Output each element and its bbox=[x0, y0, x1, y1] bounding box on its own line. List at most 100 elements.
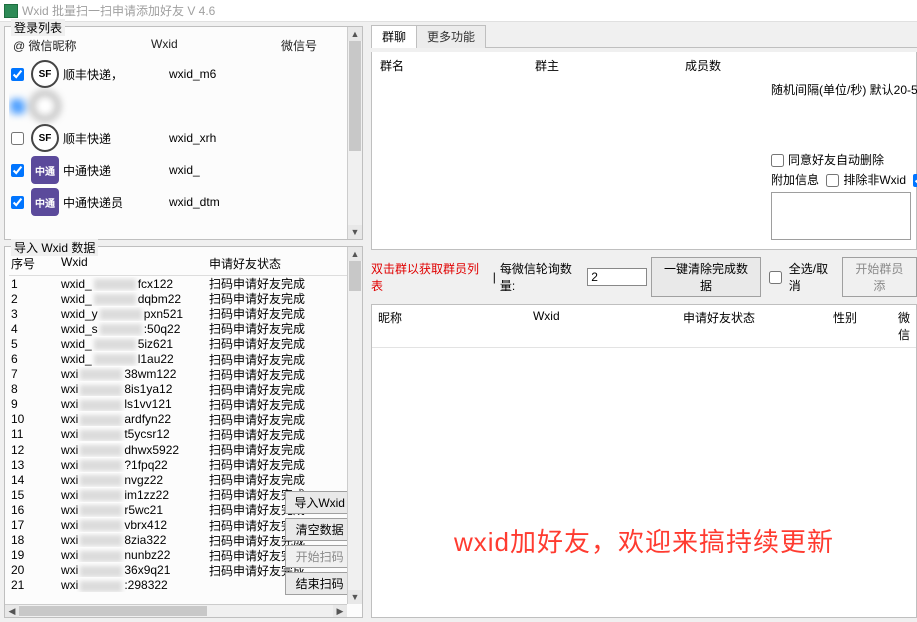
wxid-row[interactable]: 12wxidhwx5922扫码申请好友完成 bbox=[9, 442, 358, 457]
pixelation-mask bbox=[80, 385, 122, 396]
wxid-row[interactable]: 7wxi38wm122扫码申请好友完成 bbox=[9, 367, 358, 382]
attach-textarea[interactable] bbox=[771, 192, 911, 240]
scroll-right-icon[interactable]: ▶ bbox=[333, 605, 347, 617]
dblclick-hint: 双击群以获取群员列表 bbox=[371, 260, 485, 294]
login-row[interactable]: SF顺丰快递wxid_xrh bbox=[9, 122, 358, 154]
wxid-row-wxid: wxidhwx5922 bbox=[61, 443, 209, 457]
avatar bbox=[31, 92, 59, 120]
tab-more[interactable]: 更多功能 bbox=[416, 25, 486, 48]
wxid-row-wxid: wxi:298322 bbox=[61, 578, 209, 592]
wxid-row[interactable]: 5wxid_5iz621扫码申请好友完成 bbox=[9, 336, 358, 351]
clear-data-button[interactable]: 清空数据 bbox=[285, 518, 354, 541]
login-row-nick: 中通快递员 bbox=[63, 194, 165, 211]
pixelation-mask bbox=[80, 475, 122, 486]
scroll-up-icon[interactable]: ▲ bbox=[348, 27, 362, 41]
auto-delete-label: 同意好友自动删除 bbox=[788, 150, 884, 170]
group-header-name: 群名 bbox=[380, 57, 535, 74]
wxid-row[interactable]: 4wxid_s:50q22扫码申请好友完成 bbox=[9, 321, 358, 336]
scroll-thumb[interactable] bbox=[349, 41, 361, 151]
wxid-row-wxid: wxils1vv121 bbox=[61, 397, 209, 411]
attach-label: 附加信息 bbox=[771, 170, 819, 190]
wxid-header: 序号 Wxid 申请好友状态 bbox=[9, 255, 358, 276]
side-options: 随机间隔(单位/秒) 默认20-5 同意好友自动删除 附加信息 排除非Wxid bbox=[771, 80, 916, 246]
pixelation-mask bbox=[100, 324, 142, 335]
wxid-scrollbar-h[interactable]: ◀ ▶ bbox=[5, 604, 347, 617]
pixelation-mask bbox=[80, 400, 122, 411]
trailing-checkbox[interactable] bbox=[913, 174, 917, 187]
login-scrollbar-v[interactable]: ▲ ▼ bbox=[347, 27, 362, 239]
wxid-buttons: 导入Wxid 清空数据 开始扫码 结束扫码 bbox=[285, 491, 354, 595]
wxid-row-idx: 9 bbox=[11, 397, 61, 411]
wxid-row-idx: 16 bbox=[11, 503, 61, 517]
login-row[interactable]: 中通中通快递员 wxid_dtm bbox=[9, 186, 358, 218]
start-scan-button[interactable]: 开始扫码 bbox=[285, 545, 354, 568]
pixelation-mask bbox=[94, 354, 136, 365]
wxid-scrollbar-v[interactable]: ▲ ▼ bbox=[347, 247, 362, 604]
pixelation-mask bbox=[80, 460, 122, 471]
wxid-row[interactable]: 3wxid_ypxn521扫码申请好友完成 bbox=[9, 306, 358, 321]
group-header-members: 成员数 bbox=[685, 57, 908, 74]
app-icon bbox=[4, 4, 18, 18]
scroll-up-icon[interactable]: ▲ bbox=[348, 247, 362, 261]
login-row-wxid: wxid_m6 bbox=[169, 67, 299, 81]
tab-group-chat[interactable]: 群聊 bbox=[371, 25, 417, 48]
wxid-row-idx: 11 bbox=[11, 427, 61, 441]
clear-done-button[interactable]: 一键清除完成数据 bbox=[651, 257, 761, 297]
pixelation-mask bbox=[80, 445, 122, 456]
scroll-down-icon[interactable]: ▼ bbox=[348, 225, 362, 239]
pixelation-mask bbox=[80, 505, 122, 516]
wxid-row[interactable]: 1wxid_fcx122扫码申请好友完成 bbox=[9, 276, 358, 291]
login-row-checkbox[interactable] bbox=[11, 164, 24, 177]
results-grid[interactable]: 昵称 Wxid 申请好友状态 性别 微信 wxid加好友，欢迎来搞持续更新 bbox=[371, 304, 917, 618]
import-wxid-button[interactable]: 导入Wxid bbox=[285, 491, 354, 514]
wxid-row-wxid: wxivbrx412 bbox=[61, 518, 209, 532]
pixelation-mask bbox=[80, 535, 122, 546]
login-row-checkbox[interactable] bbox=[11, 132, 24, 145]
poll-label: 每微信轮询数量: bbox=[500, 260, 583, 294]
pixelation-mask bbox=[80, 430, 122, 441]
login-rows[interactable]: SF顺丰快递，wxid_m6SF顺丰快递wxid_xrh中通中通快递wxid_中… bbox=[9, 58, 358, 218]
start-members-button[interactable]: 开始群员添 bbox=[842, 257, 917, 297]
wxid-row[interactable]: 6wxid_l1au22扫码申请好友完成 bbox=[9, 351, 358, 366]
wxid-row[interactable]: 9wxils1vv121扫码申请好友完成 bbox=[9, 397, 358, 412]
select-all-checkbox[interactable] bbox=[769, 271, 782, 284]
wxid-row-wxid: wxi8zia322 bbox=[61, 533, 209, 547]
wxid-row[interactable]: 2wxid_dqbm22扫码申请好友完成 bbox=[9, 291, 358, 306]
wxid-row-wxid: wxiardfyn22 bbox=[61, 412, 209, 426]
wxid-row-wxid: wxid_s:50q22 bbox=[61, 322, 209, 336]
scroll-left-icon[interactable]: ◀ bbox=[5, 605, 19, 617]
wxid-row-wxid: wxid_ypxn521 bbox=[61, 307, 209, 321]
wxid-row[interactable]: 11wxit5ycsr12扫码申请好友完成 bbox=[9, 427, 358, 442]
avatar: 中通 bbox=[31, 188, 59, 216]
wxid-row-idx: 17 bbox=[11, 518, 61, 532]
exclude-checkbox[interactable] bbox=[826, 174, 839, 187]
group-header: 群名 群主 成员数 bbox=[372, 52, 916, 79]
stop-scan-button[interactable]: 结束扫码 bbox=[285, 572, 354, 595]
login-row-checkbox[interactable] bbox=[11, 100, 24, 113]
scroll-thumb-h[interactable] bbox=[19, 606, 207, 616]
login-row[interactable]: 中通中通快递wxid_ bbox=[9, 154, 358, 186]
login-row-checkbox[interactable] bbox=[11, 196, 24, 209]
login-row[interactable] bbox=[9, 90, 358, 122]
auto-delete-checkbox[interactable] bbox=[771, 154, 784, 167]
login-row-checkbox[interactable] bbox=[11, 68, 24, 81]
wxid-header-wxid: Wxid bbox=[61, 255, 209, 272]
wxid-row-wxid: wxi36x9q21 bbox=[61, 563, 209, 577]
wxid-row[interactable]: 10wxiardfyn22扫码申请好友完成 bbox=[9, 412, 358, 427]
wxid-row-idx: 3 bbox=[11, 307, 61, 321]
left-pane: 登录列表 @ 微信昵称 Wxid 微信号 SF顺丰快递，wxid_m6SF顺丰快… bbox=[0, 22, 367, 622]
scroll-thumb[interactable] bbox=[349, 261, 361, 291]
login-row-wxid: wxid_dtm bbox=[169, 195, 299, 209]
group-header-owner: 群主 bbox=[535, 57, 685, 74]
wxid-row-idx: 10 bbox=[11, 412, 61, 426]
wxid-row[interactable]: 8wxi8is1ya12扫码申请好友完成 bbox=[9, 382, 358, 397]
login-row[interactable]: SF顺丰快递，wxid_m6 bbox=[9, 58, 358, 90]
scroll-down-icon[interactable]: ▼ bbox=[348, 590, 362, 604]
wxid-row-idx: 18 bbox=[11, 533, 61, 547]
poll-quantity-input[interactable] bbox=[587, 268, 647, 286]
login-header: @ 微信昵称 Wxid 微信号 bbox=[9, 35, 358, 58]
results-header-nick: 昵称 bbox=[378, 309, 533, 343]
wxid-row[interactable]: 13wxi?1fpq22扫码申请好友完成 bbox=[9, 457, 358, 472]
promo-text: wxid加好友，欢迎来搞持续更新 bbox=[454, 525, 834, 560]
wxid-row[interactable]: 14wxinvgz22扫码申请好友完成 bbox=[9, 472, 358, 487]
